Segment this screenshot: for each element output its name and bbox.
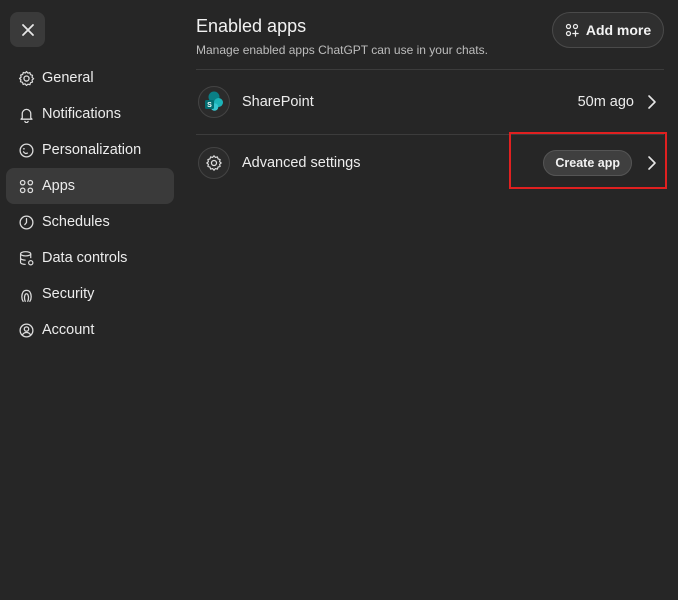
sidebar-item-label: Data controls xyxy=(42,250,128,266)
create-app-button[interactable]: Create app xyxy=(543,150,632,176)
database-icon xyxy=(18,250,35,267)
app-name: SharePoint xyxy=(242,94,314,110)
sidebar-item-schedules[interactable]: Schedules xyxy=(6,204,174,240)
page-subtitle: Manage enabled apps ChatGPT can use in y… xyxy=(196,43,488,57)
security-icon xyxy=(18,286,35,303)
page-title: Enabled apps xyxy=(196,16,307,36)
sidebar-item-label: General xyxy=(42,70,94,86)
close-button[interactable] xyxy=(10,12,45,47)
sidebar-item-label: Personalization xyxy=(42,142,142,158)
svg-text:S: S xyxy=(207,102,212,109)
sidebar-item-label: Schedules xyxy=(42,214,110,230)
bell-icon xyxy=(18,106,35,123)
app-row-sharepoint[interactable]: S SharePoint 50m ago xyxy=(196,70,664,134)
sidebar-item-label: Notifications xyxy=(42,106,121,122)
sidebar-item-apps[interactable]: Apps xyxy=(6,168,174,204)
clock-icon xyxy=(18,214,35,231)
apps-grid-icon xyxy=(18,178,35,195)
sidebar-item-account[interactable]: Account xyxy=(6,312,174,348)
add-more-button[interactable]: Add more xyxy=(552,12,664,48)
sharepoint-icon: S xyxy=(198,86,230,118)
sidebar-item-general[interactable]: General xyxy=(6,60,174,96)
sidebar-item-notifications[interactable]: Notifications xyxy=(6,96,174,132)
advanced-settings-label: Advanced settings xyxy=(242,155,361,171)
personalization-icon xyxy=(18,142,35,159)
sidebar-item-security[interactable]: Security xyxy=(6,276,174,312)
sidebar-item-data-controls[interactable]: Data controls xyxy=(6,240,174,276)
close-icon xyxy=(21,23,34,36)
sidebar-item-label: Security xyxy=(42,286,95,302)
gear-icon xyxy=(198,147,230,179)
sidebar: General Notifications Personalization Ap… xyxy=(6,60,174,348)
sidebar-item-personalization[interactable]: Personalization xyxy=(6,132,174,168)
sidebar-item-label: Account xyxy=(42,322,95,338)
chevron-right-icon xyxy=(648,156,656,170)
last-used-time: 50m ago xyxy=(577,94,634,110)
apps-plus-icon xyxy=(565,23,579,37)
gear-icon xyxy=(18,70,35,87)
account-icon xyxy=(18,322,35,339)
advanced-settings-row[interactable]: Advanced settings Create app xyxy=(196,131,664,195)
add-more-label: Add more xyxy=(585,22,652,38)
sidebar-item-label: Apps xyxy=(42,178,76,194)
chevron-right-icon xyxy=(648,95,656,109)
settings-dialog: General Notifications Personalization Ap… xyxy=(0,0,678,600)
